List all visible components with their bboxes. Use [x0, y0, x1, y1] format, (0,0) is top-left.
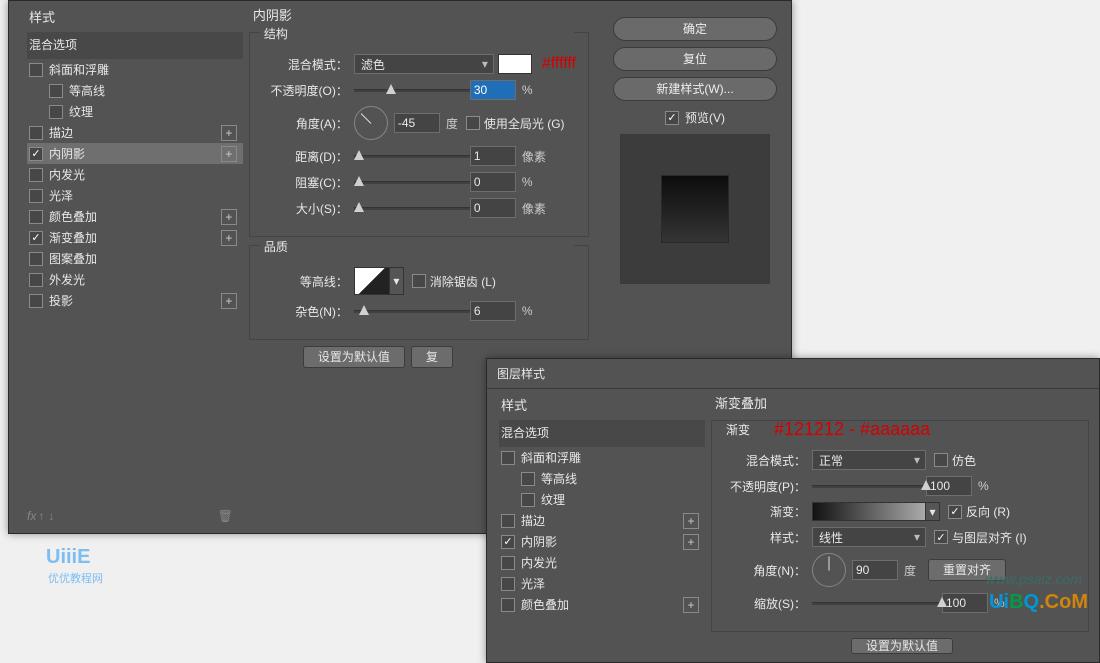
size-slider[interactable] [354, 200, 470, 216]
distance-input[interactable] [470, 146, 516, 166]
set-default-button-2[interactable]: 设置为默认值 [851, 638, 953, 654]
uibq-logo: UiBQ.CoM [989, 591, 1088, 614]
fx-toolbar: fx↑ ↓ 🗑 [27, 509, 233, 523]
uiiiuiii-logo: UiiiE [46, 546, 90, 569]
up-arrow-icon[interactable]: ↑ [38, 509, 44, 523]
style-satin-2[interactable]: 光泽 [499, 573, 705, 594]
style-inner-shadow-2[interactable]: 内阴影+ [499, 531, 705, 552]
grad-style-dropdown[interactable]: 线性 [812, 527, 926, 547]
align-layer-checkbox[interactable]: 与图层对齐 (I) [934, 529, 1027, 546]
opacity-label: 不透明度(O)： [262, 82, 348, 99]
plus-icon[interactable]: + [221, 293, 237, 309]
styles-list-panel-2: 样式 混合选项 斜面和浮雕 等高线 纹理 描边+ 内阴影+ 内发光 光泽 颜色叠… [487, 389, 705, 662]
distance-slider[interactable] [354, 148, 470, 164]
gradient-annotation: #121212 - #aaaaaa [774, 419, 930, 440]
angle-label: 角度(A)： [262, 115, 348, 132]
style-contour-2[interactable]: 等高线 [499, 468, 705, 489]
panel-title-2: 渐变叠加 [705, 393, 1099, 412]
noise-slider[interactable] [354, 303, 470, 319]
fx-icon[interactable]: fx [27, 509, 36, 523]
plus-icon[interactable]: + [221, 125, 237, 141]
contour-picker[interactable]: ▾ [354, 267, 404, 295]
gradient-picker[interactable] [812, 502, 926, 521]
blend-mode-dropdown[interactable]: 滤色 [354, 54, 494, 74]
style-inner-shadow[interactable]: 内阴影+ [27, 143, 243, 164]
trash-icon[interactable]: 🗑 [218, 509, 233, 523]
blend-mode-label-2: 混合模式： [724, 452, 806, 469]
dialog-title: 图层样式 [487, 359, 1099, 389]
layer-style-dialog-2: 图层样式 样式 混合选项 斜面和浮雕 等高线 纹理 描边+ 内阴影+ 内发光 光… [486, 358, 1100, 663]
style-bevel-2[interactable]: 斜面和浮雕 [499, 447, 705, 468]
size-label: 大小(S)： [262, 200, 348, 217]
noise-label: 杂色(N)： [262, 303, 348, 320]
reset-default-button[interactable]: 复 [411, 346, 453, 368]
cancel-button[interactable]: 复位 [613, 47, 777, 71]
psaiz-watermark: www.psaiz.com [986, 571, 1082, 587]
style-satin[interactable]: 光泽 [27, 185, 243, 206]
opacity-input-2[interactable] [926, 476, 972, 496]
anti-alias-checkbox[interactable]: 消除锯齿 (L) [412, 273, 496, 290]
preview-thumbnail [620, 134, 770, 284]
structure-group: 结构 混合模式： 滤色 #ffffff 不透明度(O)： % [249, 32, 589, 237]
set-default-button[interactable]: 设置为默认值 [303, 346, 405, 368]
style-inner-glow-2[interactable]: 内发光 [499, 552, 705, 573]
preview-checkbox[interactable]: 预览(V) [599, 109, 791, 126]
color-swatch[interactable] [498, 54, 532, 74]
opacity-input[interactable] [470, 80, 516, 100]
angle-dial-2[interactable] [812, 553, 846, 587]
quality-group: 品质 等高线： ▾ 消除锯齿 (L) 杂色(N)： % [249, 245, 589, 340]
plus-icon[interactable]: + [683, 597, 699, 613]
size-input[interactable] [470, 198, 516, 218]
blend-mode-label: 混合模式： [262, 56, 348, 73]
noise-input[interactable] [470, 301, 516, 321]
new-style-button[interactable]: 新建样式(W)... [613, 77, 777, 101]
plus-icon[interactable]: + [221, 230, 237, 246]
distance-label: 距离(D)： [262, 148, 348, 165]
styles-header: 样式 [27, 1, 243, 32]
style-bevel[interactable]: 斜面和浮雕 [27, 59, 243, 80]
style-color-overlay-2[interactable]: 颜色叠加+ [499, 594, 705, 615]
blend-mode-dropdown-2[interactable]: 正常 [812, 450, 926, 470]
angle-dial[interactable] [354, 106, 388, 140]
plus-icon[interactable]: + [683, 513, 699, 529]
blend-options-row[interactable]: 混合选项 [27, 32, 243, 59]
plus-icon[interactable]: + [683, 534, 699, 550]
contour-label: 等高线： [262, 273, 348, 290]
style-stroke[interactable]: 描边+ [27, 122, 243, 143]
scale-slider[interactable] [812, 595, 942, 611]
ok-button[interactable]: 确定 [613, 17, 777, 41]
checkbox[interactable] [29, 63, 43, 77]
style-contour[interactable]: 等高线 [27, 80, 243, 101]
global-light-checkbox[interactable]: 使用全局光 (G) [466, 115, 565, 132]
dither-checkbox[interactable]: 仿色 [934, 452, 976, 469]
choke-input[interactable] [470, 172, 516, 192]
reverse-checkbox[interactable]: 反向 (R) [948, 503, 1010, 520]
choke-slider[interactable] [354, 174, 470, 190]
style-texture[interactable]: 纹理 [27, 101, 243, 122]
styles-list-panel: 样式 混合选项 斜面和浮雕 等高线 纹理 描边+ 内阴影+ 内发光 光泽 颜色叠… [9, 1, 243, 533]
panel-title: 内阴影 [243, 5, 599, 24]
color-annotation: #ffffff [542, 55, 576, 73]
style-outer-glow[interactable]: 外发光 [27, 269, 243, 290]
opacity-slider-2[interactable] [812, 478, 926, 494]
plus-icon[interactable]: + [221, 146, 237, 162]
style-drop-shadow[interactable]: 投影+ [27, 290, 243, 311]
style-gradient-overlay[interactable]: 渐变叠加+ [27, 227, 243, 248]
plus-icon[interactable]: + [221, 209, 237, 225]
style-pattern-overlay[interactable]: 图案叠加 [27, 248, 243, 269]
angle-input-2[interactable] [852, 560, 898, 580]
style-inner-glow[interactable]: 内发光 [27, 164, 243, 185]
gradient-dropdown-icon[interactable]: ▾ [926, 502, 940, 521]
opacity-slider[interactable] [354, 82, 470, 98]
style-color-overlay[interactable]: 颜色叠加+ [27, 206, 243, 227]
style-stroke-2[interactable]: 描边+ [499, 510, 705, 531]
style-texture-2[interactable]: 纹理 [499, 489, 705, 510]
choke-label: 阻塞(C)： [262, 174, 348, 191]
angle-input[interactable] [394, 113, 440, 133]
uiiiuiii-sub: 优优教程网 [48, 570, 103, 586]
down-arrow-icon[interactable]: ↓ [48, 509, 54, 523]
scale-input[interactable] [942, 593, 988, 613]
